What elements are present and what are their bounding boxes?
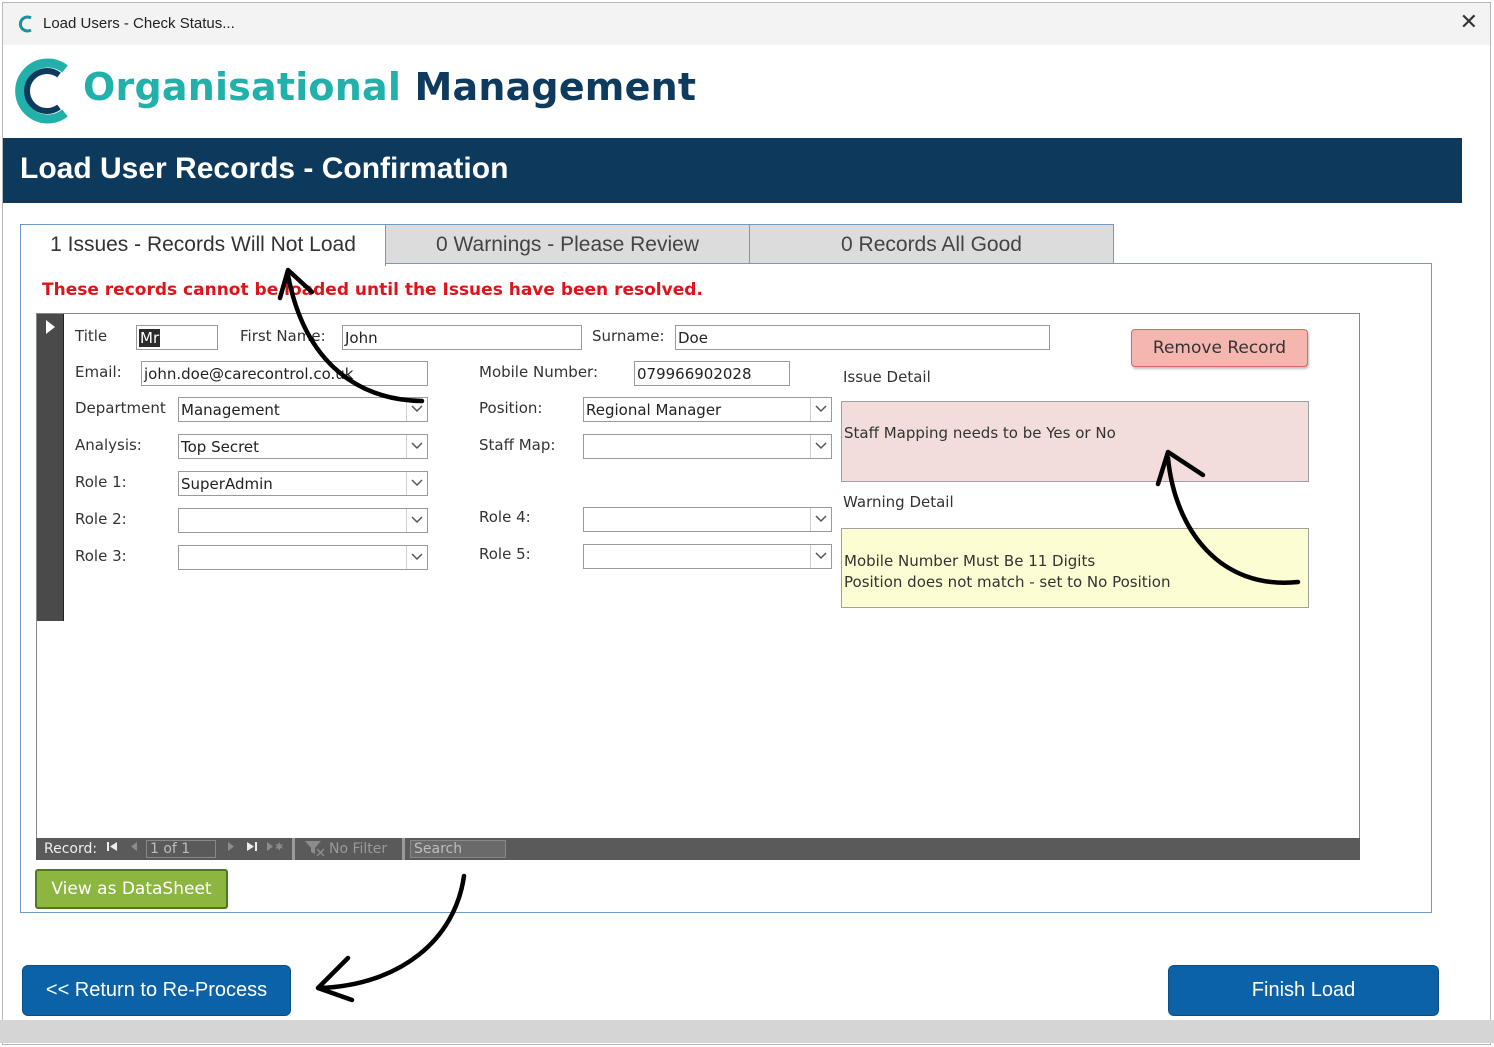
- title-label: Title: [75, 327, 108, 345]
- first-record-icon[interactable]: [106, 839, 118, 857]
- no-filter-label[interactable]: No Filter: [329, 841, 387, 857]
- role2-combo[interactable]: [178, 508, 428, 533]
- first-name-field[interactable]: John: [342, 325, 582, 350]
- brand-name: Organisational Management: [83, 65, 696, 109]
- record-navigation-bar: Record: 1 of 1 ✱ No Filter Search: [36, 838, 1360, 860]
- header-banner: Load User Records - Confirmation: [3, 138, 1462, 203]
- role1-combo[interactable]: SuperAdmin: [178, 471, 428, 496]
- brand-logo-icon: [15, 58, 68, 124]
- issues-message: These records cannot be loaded until the…: [42, 280, 703, 300]
- chevron-down-icon[interactable]: [406, 435, 427, 458]
- department-label: Department: [75, 399, 166, 417]
- role5-label: Role 5:: [479, 545, 531, 563]
- mobile-field[interactable]: 079966902028: [634, 361, 790, 386]
- nav-separator: [402, 838, 405, 860]
- chevron-down-icon[interactable]: [406, 472, 427, 495]
- filter-icon[interactable]: [304, 839, 326, 861]
- chevron-down-icon[interactable]: [810, 398, 831, 421]
- search-input[interactable]: Search: [410, 840, 506, 858]
- warning-detail-box: Mobile Number Must Be 11 Digits Position…: [841, 528, 1309, 608]
- role4-combo[interactable]: [583, 507, 832, 532]
- chevron-down-icon[interactable]: [810, 545, 831, 568]
- chevron-down-icon[interactable]: [810, 508, 831, 531]
- role3-combo[interactable]: [178, 545, 428, 570]
- new-record-icon[interactable]: ✱: [266, 839, 286, 857]
- record-position-field[interactable]: 1 of 1: [146, 840, 216, 858]
- department-combo[interactable]: Management: [178, 397, 428, 422]
- role3-label: Role 3:: [75, 547, 127, 565]
- title-field[interactable]: Mr: [136, 325, 218, 350]
- page-title: Load User Records - Confirmation: [20, 152, 509, 185]
- chevron-down-icon[interactable]: [406, 509, 427, 532]
- tab-issues[interactable]: 1 Issues - Records Will Not Load: [20, 224, 386, 266]
- window-title: Load Users - Check Status...: [43, 15, 235, 32]
- role1-label: Role 1:: [75, 473, 127, 491]
- status-strip: [0, 1020, 1494, 1043]
- tab-warnings[interactable]: 0 Warnings - Please Review: [385, 224, 750, 265]
- record-label: Record:: [44, 841, 98, 857]
- issue-detail-box: Staff Mapping needs to be Yes or No: [841, 401, 1309, 482]
- warning-line: Position does not match - set to No Posi…: [844, 573, 1171, 591]
- role4-label: Role 4:: [479, 508, 531, 526]
- surname-label: Surname:: [592, 327, 665, 345]
- mobile-label: Mobile Number:: [479, 363, 599, 381]
- current-record-arrow-icon: [46, 320, 55, 334]
- finish-load-button[interactable]: Finish Load: [1168, 965, 1439, 1016]
- surname-field[interactable]: Doe: [675, 325, 1050, 350]
- chevron-down-icon[interactable]: [406, 398, 427, 421]
- next-record-icon[interactable]: [226, 839, 236, 857]
- return-to-reprocess-button[interactable]: << Return to Re-Process: [22, 965, 291, 1016]
- staff-map-label: Staff Map:: [479, 436, 556, 454]
- title-value: Mr: [139, 329, 161, 347]
- last-record-icon[interactable]: [246, 839, 258, 857]
- issue-detail-text: Staff Mapping needs to be Yes or No: [844, 424, 1116, 442]
- nav-separator: [292, 838, 295, 860]
- position-combo[interactable]: Regional Manager: [583, 397, 832, 422]
- record-selector[interactable]: [37, 314, 64, 621]
- warning-line: Mobile Number Must Be 11 Digits: [844, 552, 1096, 570]
- brand-word-1: Organisational: [83, 65, 402, 109]
- brand-word-2: Management: [414, 65, 697, 109]
- view-as-datasheet-button[interactable]: View as DataSheet: [35, 869, 228, 909]
- chevron-down-icon[interactable]: [406, 546, 427, 569]
- close-icon[interactable]: ✕: [1460, 11, 1478, 35]
- previous-record-icon[interactable]: [129, 839, 139, 857]
- remove-record-button[interactable]: Remove Record: [1131, 329, 1308, 367]
- first-name-label: First Name:: [240, 327, 326, 345]
- tab-all-good[interactable]: 0 Records All Good: [749, 224, 1114, 265]
- department-value: Management: [181, 401, 280, 419]
- email-label: Email:: [75, 363, 122, 381]
- role5-combo[interactable]: [583, 544, 832, 569]
- analysis-label: Analysis:: [75, 436, 142, 454]
- role1-value: SuperAdmin: [181, 475, 273, 493]
- position-label: Position:: [479, 399, 543, 417]
- email-field[interactable]: john.doe@carecontrol.co.uk: [141, 361, 428, 386]
- app-icon: [18, 15, 32, 33]
- warning-detail-label: Warning Detail: [843, 493, 954, 511]
- title-bar: Load Users - Check Status... ✕: [3, 3, 1490, 45]
- issue-detail-label: Issue Detail: [843, 368, 931, 386]
- svg-text:✱: ✱: [275, 842, 283, 853]
- analysis-combo[interactable]: Top Secret: [178, 434, 428, 459]
- chevron-down-icon[interactable]: [810, 435, 831, 458]
- staff-map-combo[interactable]: [583, 434, 832, 459]
- analysis-value: Top Secret: [181, 438, 260, 456]
- position-value: Regional Manager: [586, 401, 722, 419]
- role2-label: Role 2:: [75, 510, 127, 528]
